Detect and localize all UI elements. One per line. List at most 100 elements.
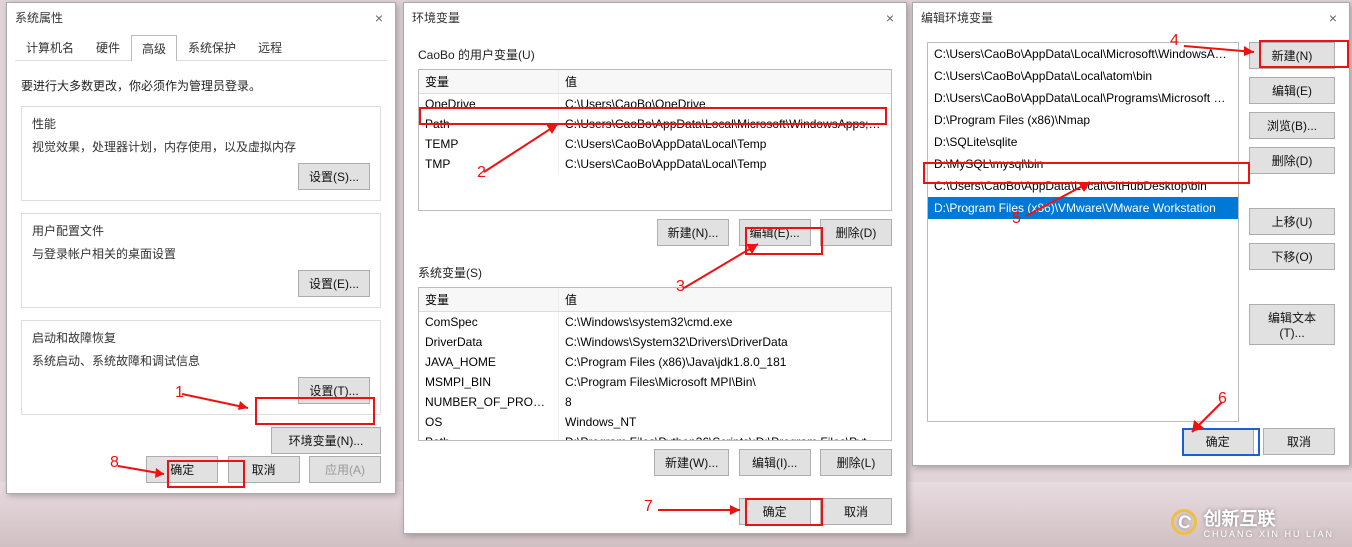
var-name: TEMP: [419, 134, 559, 154]
list-item[interactable]: D:\Users\CaoBo\AppData\Local\Programs\Mi…: [928, 87, 1238, 109]
cancel-button[interactable]: 取消: [1263, 428, 1335, 455]
var-value: C:\Users\CaoBo\AppData\Local\Microsoft\W…: [559, 114, 891, 134]
table-row[interactable]: NUMBER_OF_PROCESSORS8: [419, 392, 891, 412]
apply-button[interactable]: 应用(A): [309, 456, 381, 483]
var-name: TMP: [419, 154, 559, 174]
var-name: JAVA_HOME: [419, 352, 559, 372]
logo-icon: C: [1171, 509, 1197, 535]
watermark-logo: C 创新互联 CHUANG XIN HU LIAN: [1171, 505, 1334, 539]
table-row[interactable]: OneDriveC:\Users\CaoBo\OneDrive: [419, 94, 891, 114]
logo-subtext: CHUANG XIN HU LIAN: [1203, 529, 1334, 539]
close-icon[interactable]: ×: [882, 10, 898, 26]
user-vars-table[interactable]: 变量 值 OneDriveC:\Users\CaoBo\OneDrivePath…: [418, 69, 892, 211]
close-icon[interactable]: ×: [1325, 10, 1341, 26]
col-header-variable[interactable]: 变量: [419, 288, 559, 311]
title: 环境变量: [412, 9, 460, 26]
table-row[interactable]: JAVA_HOMEC:\Program Files (x86)\Java\jdk…: [419, 352, 891, 372]
delete-button[interactable]: 删除(D): [1249, 147, 1335, 174]
var-name: MSMPI_BIN: [419, 372, 559, 392]
admin-note: 要进行大多数更改，你必须作为管理员登录。: [21, 77, 381, 94]
edit-text-button[interactable]: 编辑文本(T)...: [1249, 304, 1335, 345]
user-delete-button[interactable]: 删除(D): [820, 219, 892, 246]
sys-edit-button[interactable]: 编辑(I)...: [739, 449, 811, 476]
table-row[interactable]: MSMPI_BINC:\Program Files\Microsoft MPI\…: [419, 372, 891, 392]
userprofile-title: 用户配置文件: [32, 222, 370, 239]
tab-computer-name[interactable]: 计算机名: [15, 34, 85, 60]
list-item[interactable]: D:\MySQL\mysql\bin: [928, 153, 1238, 175]
edit-button[interactable]: 编辑(E): [1249, 77, 1335, 104]
list-item[interactable]: C:\Users\CaoBo\AppData\Local\GitHubDeskt…: [928, 175, 1238, 197]
col-header-variable[interactable]: 变量: [419, 70, 559, 93]
table-row[interactable]: OSWindows_NT: [419, 412, 891, 432]
startup-title: 启动和故障恢复: [32, 329, 370, 346]
performance-settings-button[interactable]: 设置(S)...: [298, 163, 370, 190]
var-name: NUMBER_OF_PROCESSORS: [419, 392, 559, 412]
table-row[interactable]: TMPC:\Users\CaoBo\AppData\Local\Temp: [419, 154, 891, 174]
ok-button[interactable]: 确定: [739, 498, 811, 525]
var-value: C:\Windows\system32\cmd.exe: [559, 312, 891, 332]
var-value: C:\Windows\System32\Drivers\DriverData: [559, 332, 891, 352]
var-name: ComSpec: [419, 312, 559, 332]
userprofile-desc: 与登录帐户相关的桌面设置: [32, 245, 370, 262]
title: 系统属性: [15, 9, 63, 26]
tab-system-protection[interactable]: 系统保护: [177, 34, 247, 60]
ok-button[interactable]: 确定: [1182, 428, 1254, 455]
col-header-value[interactable]: 值: [559, 288, 891, 311]
ok-button[interactable]: 确定: [146, 456, 218, 483]
performance-title: 性能: [32, 115, 370, 132]
sys-vars-table[interactable]: 变量 值 ComSpecC:\Windows\system32\cmd.exeD…: [418, 287, 892, 441]
move-up-button[interactable]: 上移(U): [1249, 208, 1335, 235]
table-row[interactable]: TEMPC:\Users\CaoBo\AppData\Local\Temp: [419, 134, 891, 154]
userprofile-settings-button[interactable]: 设置(E)...: [298, 270, 370, 297]
user-new-button[interactable]: 新建(N)...: [657, 219, 730, 246]
cancel-button[interactable]: 取消: [820, 498, 892, 525]
table-row[interactable]: PathC:\Users\CaoBo\AppData\Local\Microso…: [419, 114, 891, 134]
system-properties-dialog: 系统属性 × 计算机名 硬件 高级 系统保护 远程 要进行大多数更改，你必须作为…: [6, 2, 396, 494]
var-value: 8: [559, 392, 891, 412]
path-list[interactable]: C:\Users\CaoBo\AppData\Local\Microsoft\W…: [927, 42, 1239, 422]
browse-button[interactable]: 浏览(B)...: [1249, 112, 1335, 139]
var-value: D:\Program Files\Python36\Scripts\;D:\Pr…: [559, 432, 891, 440]
var-name: OS: [419, 412, 559, 432]
env-variables-button[interactable]: 环境变量(N)...: [271, 427, 381, 454]
var-value: C:\Users\CaoBo\AppData\Local\Temp: [559, 154, 891, 174]
cancel-button[interactable]: 取消: [228, 456, 300, 483]
var-value: Windows_NT: [559, 412, 891, 432]
tab-remote[interactable]: 远程: [247, 34, 293, 60]
table-row[interactable]: DriverDataC:\Windows\System32\Drivers\Dr…: [419, 332, 891, 352]
sys-delete-button[interactable]: 删除(L): [820, 449, 892, 476]
performance-desc: 视觉效果，处理器计划，内存使用，以及虚拟内存: [32, 138, 370, 155]
var-name: OneDrive: [419, 94, 559, 114]
startup-desc: 系统启动、系统故障和调试信息: [32, 352, 370, 369]
userprofile-group: 用户配置文件 与登录帐户相关的桌面设置 设置(E)...: [21, 213, 381, 308]
new-button[interactable]: 新建(N): [1249, 42, 1335, 69]
title: 编辑环境变量: [921, 9, 993, 26]
startup-group: 启动和故障恢复 系统启动、系统故障和调试信息 设置(T)...: [21, 320, 381, 415]
var-value: C:\Program Files (x86)\Java\jdk1.8.0_181: [559, 352, 891, 372]
tab-hardware[interactable]: 硬件: [85, 34, 131, 60]
list-item[interactable]: C:\Users\CaoBo\AppData\Local\Microsoft\W…: [928, 43, 1238, 65]
logo-text: 创新互联: [1203, 509, 1275, 529]
var-value: C:\Program Files\Microsoft MPI\Bin\: [559, 372, 891, 392]
close-icon[interactable]: ×: [371, 10, 387, 26]
side-buttons: 新建(N) 编辑(E) 浏览(B)... 删除(D) 上移(U) 下移(O) 编…: [1249, 42, 1335, 422]
var-name: DriverData: [419, 332, 559, 352]
startup-settings-button[interactable]: 设置(T)...: [298, 377, 370, 404]
var-value: C:\Users\CaoBo\AppData\Local\Temp: [559, 134, 891, 154]
list-item[interactable]: D:\SQLite\sqlite: [928, 131, 1238, 153]
table-row[interactable]: PathD:\Program Files\Python36\Scripts\;D…: [419, 432, 891, 440]
list-item[interactable]: D:\Program Files (x86)\VMware\VMware Wor…: [928, 197, 1238, 219]
titlebar: 环境变量 ×: [404, 3, 906, 32]
move-down-button[interactable]: 下移(O): [1249, 243, 1335, 270]
tab-advanced[interactable]: 高级: [131, 35, 177, 61]
user-edit-button[interactable]: 编辑(E)...: [739, 219, 811, 246]
var-name: Path: [419, 114, 559, 134]
performance-group: 性能 视觉效果，处理器计划，内存使用，以及虚拟内存 设置(S)...: [21, 106, 381, 201]
list-item[interactable]: C:\Users\CaoBo\AppData\Local\atom\bin: [928, 65, 1238, 87]
sys-new-button[interactable]: 新建(W)...: [654, 449, 729, 476]
table-row[interactable]: ComSpecC:\Windows\system32\cmd.exe: [419, 312, 891, 332]
col-header-value[interactable]: 值: [559, 70, 891, 93]
titlebar: 编辑环境变量 ×: [913, 3, 1349, 32]
list-item[interactable]: D:\Program Files (x86)\Nmap: [928, 109, 1238, 131]
user-vars-label: CaoBo 的用户变量(U): [418, 46, 892, 63]
